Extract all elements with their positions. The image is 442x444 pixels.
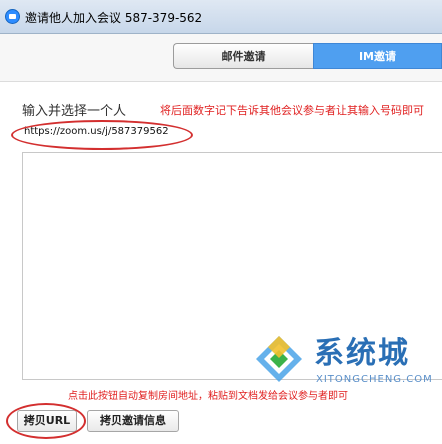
copy-url-highlight-ellipse (6, 403, 86, 439)
watermark-logo-icon (256, 336, 302, 382)
tab-email-invite[interactable]: 邮件邀请 (173, 43, 313, 69)
watermark: 系统城 XITONGCHENG.COM (248, 322, 442, 408)
watermark-name: 系统城 (314, 336, 410, 371)
zoom-app-icon (5, 9, 20, 24)
window-title: 邀请他人加入会议 587-379-562 (25, 11, 203, 25)
dialog-client-area: 邮件邀请 IM邀请 输入并选择一个人 将后面数字记下告诉其他会议参与者让其输入号… (0, 34, 442, 444)
url-highlight-ellipse (11, 120, 193, 150)
watermark-domain: XITONGCHENG.COM (316, 374, 433, 385)
invite-tabs: 邮件邀请 IM邀请 (173, 43, 442, 69)
title-bar: 邀请他人加入会议 587-379-562 (0, 0, 442, 34)
select-person-label: 输入并选择一个人 (22, 104, 127, 119)
tab-im-invite[interactable]: IM邀请 (313, 43, 442, 69)
annotation-top-note: 将后面数字记下告诉其他会议参与者让其输入号码即可 (160, 104, 424, 117)
copy-invite-info-button[interactable]: 拷贝邀请信息 (87, 410, 179, 432)
